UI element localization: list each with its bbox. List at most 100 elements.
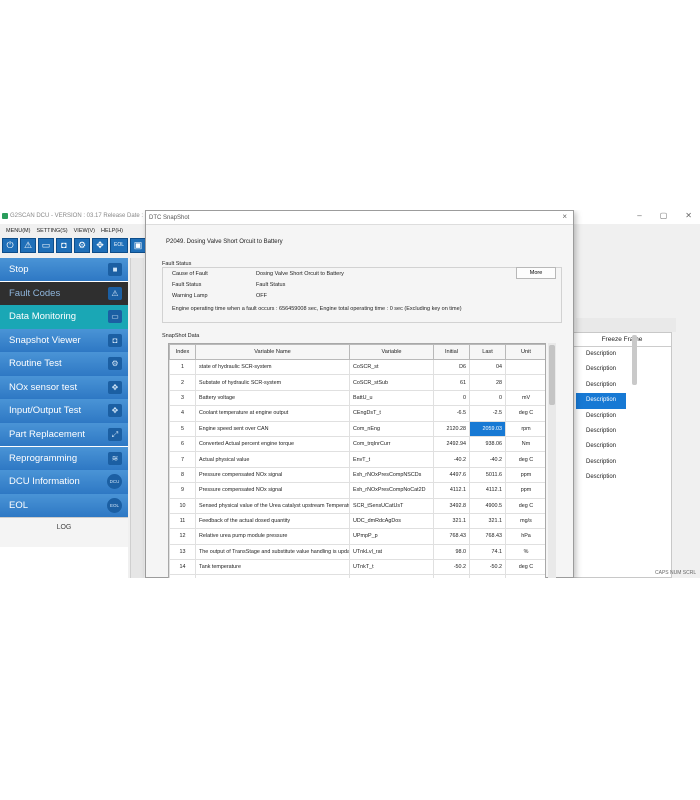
cell-unit: hPa [505,528,545,545]
dcu-information-icon: DCU [107,474,122,490]
table-row[interactable]: 5 Engine speed sent over CAN Com_nEng 2120.… [169,420,545,437]
sidebar-item-label: Fault Codes [9,287,61,299]
table-row[interactable]: 11 Feedback of the actual dosed quantity U… [169,512,545,530]
freeze-frame-item[interactable]: Description [576,393,626,409]
sidebar-item-eol[interactable]: EOL EOL [0,493,128,518]
sidebar-item-data-monitoring[interactable]: Data Monitoring ▭ [0,305,128,329]
freeze-frame-item[interactable]: Description [576,455,626,470]
power-toolbar-button[interactable]: ⏻ [2,238,18,253]
table-row[interactable]: 14 Tank temperature UTnkT_t -50.2 -50.2 deg C [169,559,545,576]
warning-toolbar-button[interactable]: ⚠ [20,238,36,253]
warning-lamp-value: OFF [256,293,267,299]
data-monitoring-icon: ▭ [108,310,122,324]
cell-unit: rpm [505,420,545,437]
cell-initial: 4497.6 [433,466,470,484]
cell-index: 1 [169,358,196,376]
freeze-frame-item[interactable]: Description [576,378,626,393]
cell-unit: Nm [505,435,545,453]
sidebar-item-input-output-test[interactable]: Input/Output Test ✥ [0,399,128,423]
table-row[interactable]: 1 state of hydraulic SCR-system CoSCR_st D6… [169,358,545,376]
cell-index: 6 [169,435,196,453]
sidebar-item-fault-codes[interactable]: Fault Codes ⚠ [0,281,128,305]
column-header-variable[interactable]: Variable [349,344,434,360]
part-replacement-icon: ⤢ [108,428,122,442]
routine-toolbar-button[interactable]: ⚙ [74,238,90,253]
table-row[interactable]: 12 Relative urea pump module pressure UPmp… [169,528,545,545]
dialog-close-button[interactable]: × [562,212,567,221]
cell-initial: 4112.1 [433,482,470,499]
sidebar-item-reprogramming[interactable]: Reprogramming ≋ [0,446,128,471]
nox-sensor-test-icon: ✥ [108,380,122,394]
column-header-unit[interactable]: Unit [505,344,545,360]
cell-name: Converted Actual percent engine torque [195,435,350,453]
cell-name [195,574,350,578]
menu-item-help[interactable]: HELP(H) [101,228,123,234]
cell-variable: SCR_tSensUCatUsT [349,497,434,514]
table-row[interactable]: 7 Actual physical value EnvT_t -40.2 -40.2 de… [169,451,545,468]
cell-unit: % [505,543,545,561]
column-header-variable-name[interactable]: Variable Name [195,344,350,360]
monitor-toolbar-button[interactable]: ▭ [38,238,54,253]
window-title: G2SCAN DCU - VERSION : 03.17 Release Dat… [10,213,149,219]
cell-name: Pressure compensated NOx signal [195,482,350,499]
table-scrollbar[interactable] [548,343,556,578]
freeze-frame-scrollbar[interactable] [632,335,637,385]
table-row[interactable]: 8 Pressure compensated NOx signal Exh_rNOx… [169,466,545,484]
dtc-snapshot-dialog: DTC SnapShot × P2049. Dosing Valve Short… [145,210,574,578]
freeze-frame-item[interactable]: Description [576,347,626,362]
maximize-button[interactable]: ▢ [660,211,668,220]
cell-initial: 2492.94 [433,435,470,453]
cell-unit: ppm [505,482,545,499]
more-button[interactable]: More [516,267,556,279]
cell-variable: UTnkLvl_rat [349,543,434,561]
cell-unit [505,374,545,391]
table-row[interactable]: 4 Coolant temperature at engine output CEn… [169,405,545,422]
warning-lamp-label: Warning Lamp [172,293,208,299]
table-row[interactable]: 13 The output of TransStage and substitut… [169,543,545,561]
column-header-index[interactable]: Index [169,344,196,360]
splitter[interactable] [130,258,144,578]
sidebar-item-snapshot-viewer[interactable]: Snapshot Viewer ◘ [0,328,128,353]
window-toolbar-button[interactable]: ▣ [130,238,146,253]
sidebar-item-dcu-information[interactable]: DCU Information DCU [0,470,128,494]
eol-toolbar-button[interactable]: EOL [110,238,128,253]
column-header-initial[interactable]: Initial [433,344,470,360]
menu-item-setting[interactable]: SETTING(S) [36,228,67,234]
freeze-frame-item[interactable]: Description [576,409,626,424]
sidebar-item-nox-sensor-test[interactable]: NOx sensor test ✥ [0,375,128,400]
freeze-frame-item[interactable]: Description [576,424,626,439]
cell-last [469,574,506,578]
sidebar-item-label: EOL [9,499,29,511]
cell-last: 2059.03 [469,420,506,437]
sidebar-item-label: Stop [9,264,29,275]
freeze-frame-item[interactable]: Description [576,470,626,485]
window-icon: ▣ [133,240,143,250]
fault-status-value: Fault Status [256,282,286,288]
minimize-button[interactable]: – [637,211,641,220]
table-row[interactable]: 2 Substate of hydraulic SCR-system CoSCR_s… [169,374,545,391]
freeze-frame-item[interactable]: Description [576,439,626,454]
io-toolbar-button[interactable]: ✥ [92,238,108,253]
sidebar: Stop ■ Fault Codes ⚠ Data Monitoring ▭ Snapsho… [0,258,128,578]
table-scrollbar-thumb[interactable] [549,345,555,405]
monitor-icon: ▭ [41,240,51,250]
table-row[interactable]: 10 Sensed physical value of the Urea cata… [169,497,545,514]
table-row[interactable]: 3 Battery voltage BattU_u 0 0 mV [169,389,545,407]
snapshot-viewer-icon: ◘ [108,333,122,347]
sidebar-item-part-replacement[interactable]: Part Replacement ⤢ [0,423,128,447]
cell-last: -2.5 [469,405,506,422]
sidebar-item-stop[interactable]: Stop ■ [0,258,128,282]
fault-status-box [162,267,562,323]
menu-item-view[interactable]: VIEW(V) [74,228,95,234]
close-button[interactable]: ✕ [685,211,692,220]
table-row[interactable]: 9 Pressure compensated NOx signal Exh_rNOx… [169,482,545,499]
column-header-last[interactable]: Last [469,344,506,360]
table-row[interactable]: 15 [169,574,545,578]
cell-last: 321.1 [469,512,506,530]
camera-toolbar-button[interactable]: ◘ [56,238,72,253]
freeze-frame-item[interactable]: Description [576,362,626,377]
table-row[interactable]: 6 Converted Actual percent engine torque C… [169,435,545,453]
cell-name: state of hydraulic SCR-system [195,358,350,376]
sidebar-item-routine-test[interactable]: Routine Test ⚙ [0,352,128,376]
menu-item-menu[interactable]: MENU(M) [6,228,30,234]
